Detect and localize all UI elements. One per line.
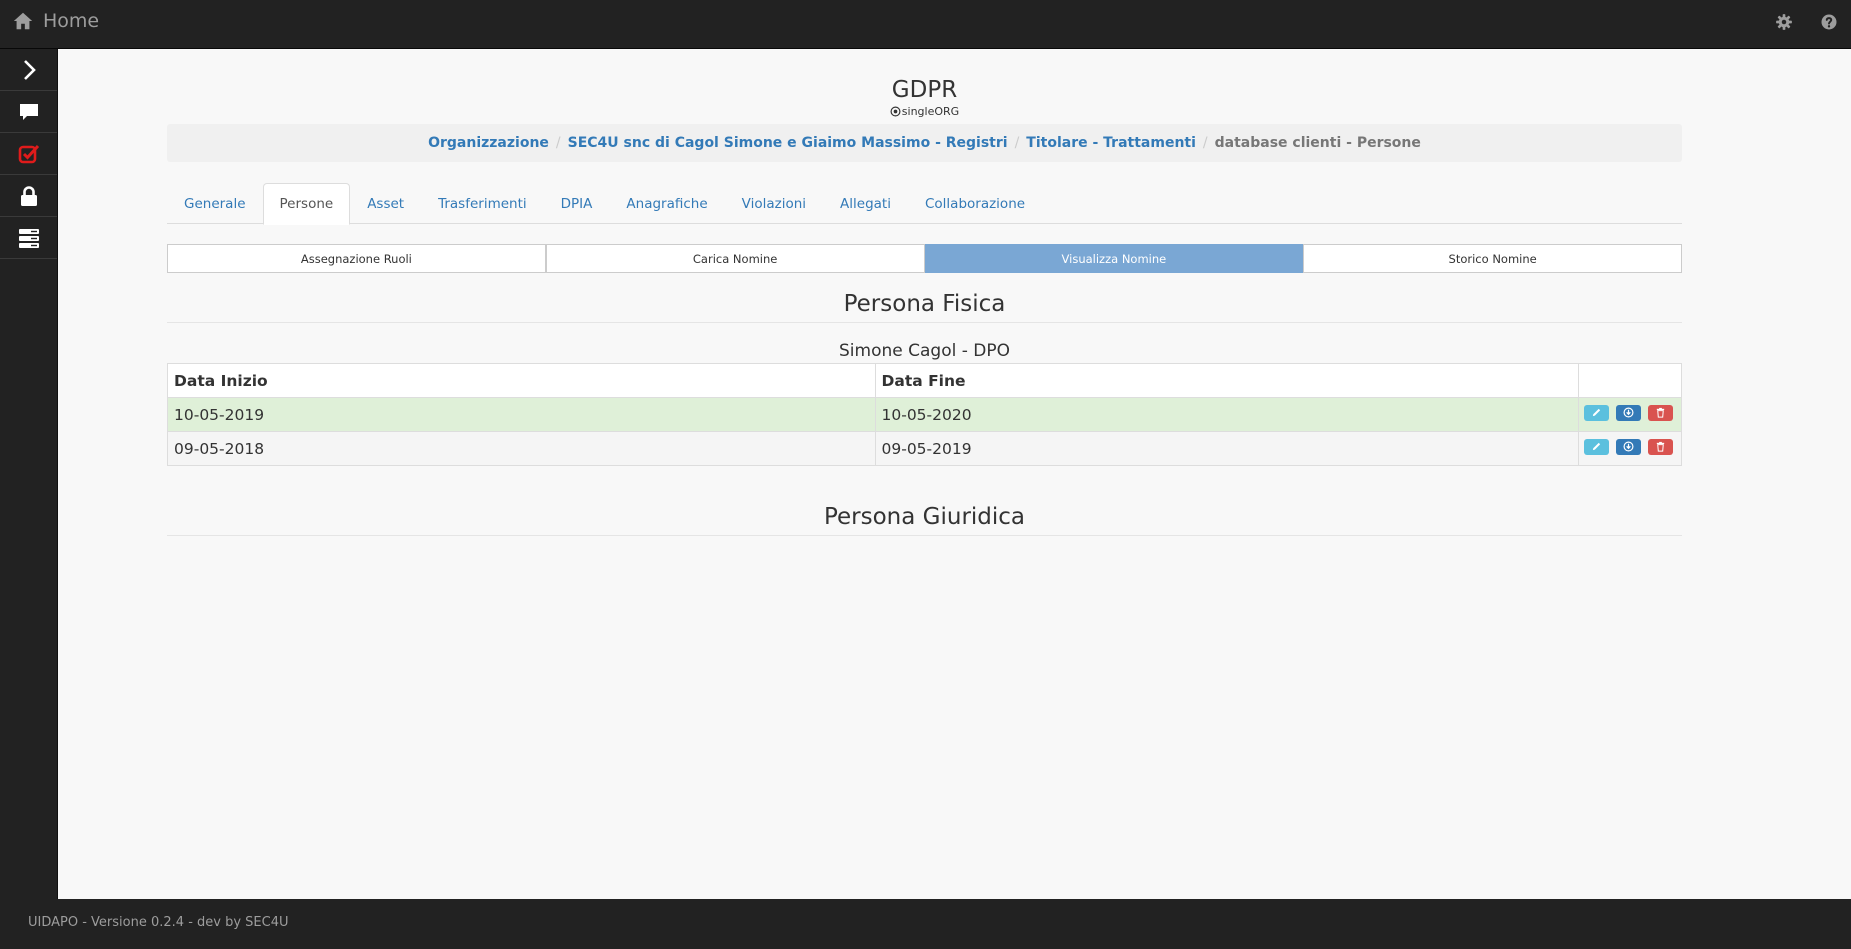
tab-anagrafiche[interactable]: Anagrafiche [609,183,724,224]
breadcrumb-current: database clienti - Persone [1214,135,1421,151]
gear-icon[interactable] [1775,13,1793,31]
page-title: GDPR [891,77,958,103]
home-label: Home [43,10,100,32]
edit-button[interactable] [1584,405,1609,421]
table-row: 10-05-2019 10-05-2020 [167,397,1682,432]
chat-icon [19,103,38,120]
cell-actions [1578,431,1682,466]
breadcrumb-separator: / [1202,135,1208,151]
sidebar-item-messages[interactable] [0,91,57,133]
breadcrumb: Organizzazione / SEC4U snc di Cagol Simo… [167,124,1682,162]
footer-version-text: UIDAPO - Versione 0.2.4 - dev by SEC4U [28,915,289,930]
help-icon[interactable] [1820,13,1838,31]
target-icon [890,106,901,117]
server-icon [18,228,39,248]
breadcrumb-trattamenti[interactable]: Titolare - Trattamenti [1026,135,1196,151]
cell-data-fine: 10-05-2020 [874,397,1579,432]
sidebar [0,49,58,899]
trash-icon [1656,441,1665,452]
delete-button[interactable] [1647,405,1673,421]
tab-persone[interactable]: Persone [262,183,351,225]
checkbox-icon [18,144,39,163]
sidebar-toggle[interactable] [0,49,57,91]
assegnazione-ruoli-button[interactable]: Assegnazione Ruoli [167,244,546,273]
cell-data-inizio: 09-05-2018 [167,431,876,466]
trash-icon [1656,407,1665,418]
download-button[interactable] [1615,405,1641,421]
visualizza-nomine-button[interactable]: Visualizza Nomine [924,244,1304,273]
home-link[interactable]: Home [12,10,99,32]
column-header-actions [1578,363,1682,398]
lock-icon [20,185,37,206]
org-subtitle-label: singleORG [901,105,960,118]
footer: UIDAPO - Versione 0.2.4 - dev by SEC4U [0,899,1851,949]
tab-trasferimenti[interactable]: Trasferimenti [421,183,544,224]
breadcrumb-separator: / [555,135,561,151]
carica-nomine-button[interactable]: Carica Nomine [545,244,925,273]
breadcrumb-organizzazione[interactable]: Organizzazione [428,135,549,151]
column-header-data-inizio: Data Inizio [167,363,876,398]
cell-actions [1578,397,1682,432]
download-icon [1623,441,1634,452]
delete-button[interactable] [1647,439,1673,455]
pencil-icon [1592,408,1601,417]
section-title-persona-fisica: Persona Fisica [167,291,1682,323]
cell-data-fine: 09-05-2019 [874,431,1579,466]
tab-generale[interactable]: Generale [167,183,263,224]
tab-bar: Generale Persone Asset Trasferimenti DPI… [167,183,1682,225]
cell-data-inizio: 10-05-2019 [167,397,876,432]
nomine-subnav: Assegnazione Ruoli Carica Nomine Visuali… [167,244,1682,273]
download-icon [1623,407,1634,418]
tab-asset[interactable]: Asset [350,183,421,224]
top-navbar: Home [0,0,1851,49]
tab-dpia[interactable]: DPIA [544,183,610,224]
pencil-icon [1592,442,1601,451]
breadcrumb-separator: / [1014,135,1020,151]
table-header-row: Data Inizio Data Fine [167,363,1682,398]
org-subtitle: singleORG [167,105,1682,118]
nomine-table: Data Inizio Data Fine 10-05-2019 10-05-2… [167,363,1682,466]
storico-nomine-button[interactable]: Storico Nomine [1303,244,1682,273]
section-title-persona-giuridica: Persona Giuridica [167,504,1682,536]
download-button[interactable] [1615,439,1641,455]
sidebar-item-servers[interactable] [0,217,57,259]
sidebar-item-tasks[interactable] [0,133,57,175]
sidebar-item-security[interactable] [0,175,57,217]
edit-button[interactable] [1584,439,1609,455]
table-row: 09-05-2018 09-05-2019 [167,431,1682,466]
tab-collaborazione[interactable]: Collaborazione [908,183,1042,224]
tab-violazioni[interactable]: Violazioni [725,183,823,224]
chevron-right-icon [23,59,36,80]
home-icon [13,12,33,30]
main-content: GDPR singleORG Organizzazione / SEC4U sn… [167,49,1682,536]
breadcrumb-registri[interactable]: SEC4U snc di Cagol Simone e Giaimo Massi… [568,135,1008,151]
column-header-data-fine: Data Fine [874,363,1579,398]
person-name: Simone Cagol - DPO [839,341,1010,361]
tab-allegati[interactable]: Allegati [823,183,908,224]
